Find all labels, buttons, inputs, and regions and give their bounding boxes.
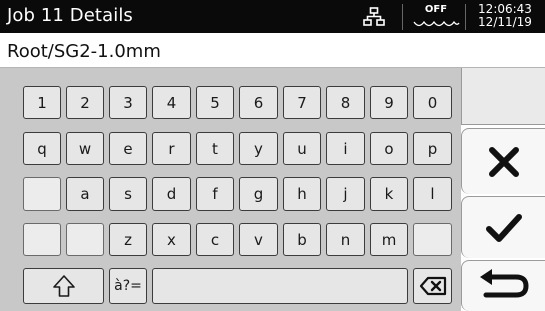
- key-m[interactable]: m: [370, 223, 408, 256]
- key-6[interactable]: 6: [239, 86, 278, 119]
- blank-key: [413, 223, 452, 256]
- key-4[interactable]: 4: [152, 86, 191, 119]
- cancel-button[interactable]: [461, 128, 545, 194]
- checkmark-icon: [485, 213, 522, 242]
- key-w[interactable]: w: [66, 132, 104, 165]
- key-i[interactable]: i: [326, 132, 365, 165]
- key-q[interactable]: q: [23, 132, 61, 165]
- symbols-key[interactable]: à?=: [109, 268, 147, 304]
- shift-arrow-icon: [52, 275, 75, 297]
- clock: 12:06:43 12/11/19: [468, 3, 542, 29]
- key-n[interactable]: n: [326, 223, 365, 256]
- key-v[interactable]: v: [239, 223, 278, 256]
- network-icon: [363, 7, 385, 26]
- backspace-icon: [419, 276, 446, 296]
- key-c[interactable]: c: [196, 223, 234, 256]
- key-z[interactable]: z: [109, 223, 147, 256]
- key-s[interactable]: s: [109, 177, 147, 211]
- key-d[interactable]: d: [152, 177, 191, 211]
- on-screen-keyboard: 1 2 3 4 5 6 7 8 9 0 q w e r t y u i o p …: [0, 68, 461, 311]
- key-o[interactable]: o: [370, 132, 408, 165]
- key-l[interactable]: l: [413, 177, 452, 211]
- key-a[interactable]: a: [66, 177, 104, 211]
- key-h[interactable]: h: [283, 177, 321, 211]
- confirm-button[interactable]: [461, 196, 545, 258]
- key-0[interactable]: 0: [413, 86, 452, 119]
- key-7[interactable]: 7: [283, 86, 321, 119]
- key-3[interactable]: 3: [109, 86, 147, 119]
- sonar-status-label: OFF: [424, 4, 448, 15]
- key-8[interactable]: 8: [326, 86, 365, 119]
- sonar-wave-icon: [413, 20, 460, 27]
- header-divider: [465, 4, 466, 30]
- key-k[interactable]: k: [370, 177, 408, 211]
- blank-key: [23, 177, 61, 211]
- blank-key: [23, 223, 61, 256]
- close-icon: [488, 146, 519, 177]
- key-x[interactable]: x: [152, 223, 191, 256]
- header-divider: [402, 4, 403, 30]
- space-bar[interactable]: [152, 268, 408, 304]
- key-t[interactable]: t: [196, 132, 234, 165]
- side-panel-blank: [461, 68, 545, 125]
- back-button[interactable]: [461, 260, 545, 311]
- key-e[interactable]: e: [109, 132, 147, 165]
- text-entry-value: Root/SG2-1.0mm: [7, 41, 161, 62]
- return-arrow-icon: [479, 269, 529, 298]
- key-g[interactable]: g: [239, 177, 278, 211]
- shift-key[interactable]: [23, 268, 104, 304]
- text-entry-field[interactable]: Root/SG2-1.0mm: [0, 33, 545, 68]
- sonar-status: OFF: [410, 3, 462, 31]
- page-title: Job 11 Details: [7, 5, 133, 26]
- title-bar: Job 11 Details OFF 12:06:43 12/11/19: [0, 0, 545, 33]
- key-j[interactable]: j: [326, 177, 365, 211]
- clock-date: 12/11/19: [478, 15, 532, 29]
- key-y[interactable]: y: [239, 132, 278, 165]
- key-r[interactable]: r: [152, 132, 191, 165]
- key-f[interactable]: f: [196, 177, 234, 211]
- key-p[interactable]: p: [413, 132, 452, 165]
- backspace-key[interactable]: [413, 268, 452, 304]
- key-9[interactable]: 9: [370, 86, 408, 119]
- key-5[interactable]: 5: [196, 86, 234, 119]
- key-1[interactable]: 1: [23, 86, 61, 119]
- key-b[interactable]: b: [283, 223, 321, 256]
- key-u[interactable]: u: [283, 132, 321, 165]
- key-2[interactable]: 2: [66, 86, 104, 119]
- blank-key: [66, 223, 104, 256]
